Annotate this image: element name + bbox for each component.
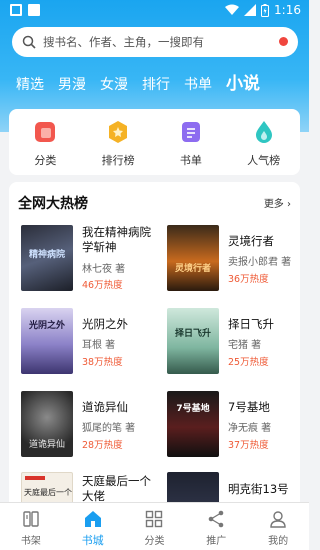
book-heat: 37万热度	[228, 440, 269, 451]
shortcut-booklist[interactable]: 书单	[155, 109, 228, 175]
search-icon	[22, 35, 36, 49]
nav-label: 我的	[268, 536, 289, 547]
hot-ranking-panel: 全网大热榜 更多 › 精神病院 我在精神病院学斩神 林七夜 著 46万热度 灵境…	[9, 182, 300, 502]
book-heat: 25万热度	[228, 357, 269, 368]
signal-icon	[244, 4, 257, 16]
tab-novel[interactable]: 小说	[226, 69, 260, 94]
cover-title: 择日飞升	[174, 329, 211, 339]
wifi-icon	[225, 4, 240, 15]
search-placeholder: 搜书名、作者、主角，一搜即有	[43, 35, 204, 49]
book-author: 卖报小郎君 著	[228, 257, 292, 268]
book-author: 林七夜 著	[82, 264, 126, 275]
image-notification-icon	[28, 4, 40, 16]
bookshelf-icon	[23, 511, 39, 527]
book-cover: 精神病院	[21, 225, 73, 291]
more-link[interactable]: 更多 ›	[264, 195, 291, 210]
cover-title: 光阴之外	[28, 321, 65, 331]
book-title: 天庭最后一个大佬	[82, 474, 151, 502]
nav-bookstore[interactable]: 书城	[62, 503, 124, 550]
cover-tag	[25, 476, 45, 480]
user-icon	[270, 511, 286, 528]
nav-label: 书城	[81, 534, 104, 547]
shortcut-ranking[interactable]: 排行榜	[82, 109, 155, 175]
red-dot-badge	[279, 37, 288, 46]
more-label: 更多	[263, 199, 284, 210]
book-author: 净无痕 著	[228, 423, 272, 434]
book-heat: 38万热度	[82, 357, 123, 368]
nav-label: 书架	[20, 536, 41, 547]
book-heat: 46万热度	[82, 280, 123, 291]
nav-bookshelf[interactable]: 书架	[0, 503, 62, 550]
clock: 1:16	[274, 3, 301, 17]
tab-male-comics[interactable]: 男漫	[58, 74, 86, 94]
grid-icon	[146, 510, 163, 528]
shortcut-label: 分类	[34, 154, 57, 167]
nav-label: 分类	[144, 536, 165, 547]
cover-title: 道诡异仙	[28, 440, 65, 450]
notification-icon	[10, 4, 22, 16]
chevron-right-icon: ›	[287, 199, 291, 210]
book-item[interactable]: 择日飞升 择日飞升 宅猪 著 25万热度	[167, 308, 300, 376]
cover-title: 灵境行者	[174, 264, 211, 274]
section-title: 全网大热榜	[18, 196, 88, 212]
book-cover	[167, 472, 219, 502]
book-title: 光阴之外	[82, 317, 128, 331]
nav-label: 推广	[206, 536, 227, 547]
book-title: 道诡异仙	[82, 400, 128, 414]
tab-female-comics[interactable]: 女漫	[100, 74, 128, 94]
category-icon	[35, 122, 56, 142]
book-item[interactable]: 灵境行者 灵境行者 卖报小郎君 著 36万热度	[167, 225, 300, 293]
book-item[interactable]: 光阴之外 光阴之外 耳根 著 38万热度	[21, 308, 161, 376]
nav-mine[interactable]: 我的	[247, 503, 309, 550]
ranking-icon	[109, 121, 128, 143]
book-item[interactable]: 道诡异仙 道诡异仙 狐尾的笔 著 28万热度	[21, 391, 161, 459]
book-cover: 灵境行者	[167, 225, 219, 291]
battery-icon	[261, 3, 270, 17]
book-title: 明克街13号	[228, 482, 289, 496]
popularity-icon	[255, 121, 272, 143]
shortcut-label: 排行榜	[101, 154, 135, 167]
book-cover: 7号基地	[167, 391, 219, 457]
book-item[interactable]: 天庭最后一个 天庭最后一个大佬	[21, 472, 161, 502]
shortcut-bar: 分类 排行榜 书单 人气榜	[9, 109, 300, 175]
share-icon	[208, 510, 224, 528]
search-input[interactable]: 搜书名、作者、主角，一搜即有	[12, 27, 298, 57]
book-cover: 光阴之外	[21, 308, 73, 374]
book-author: 耳根 著	[82, 340, 116, 351]
status-bar: 1:16	[0, 0, 309, 22]
shortcut-label: 书单	[179, 154, 202, 167]
tab-featured[interactable]: 精选	[16, 74, 44, 94]
book-title: 我在精神病院学斩神	[82, 225, 151, 254]
nav-category[interactable]: 分类	[124, 503, 186, 550]
book-title: 择日飞升	[228, 317, 274, 331]
tab-booklist[interactable]: 书单	[184, 74, 212, 94]
book-cover: 择日飞升	[167, 308, 219, 374]
book-author: 宅猪 著	[228, 340, 262, 351]
book-heat: 36万热度	[228, 274, 269, 285]
category-tabs: 精选 男漫 女漫 排行 书单 小说	[0, 68, 309, 94]
bookstore-icon	[84, 511, 101, 527]
shortcut-category[interactable]: 分类	[9, 109, 82, 175]
book-cover: 道诡异仙	[21, 391, 73, 457]
bottom-navigation: 书架 书城 分类 推广 我的	[0, 502, 309, 550]
book-title: 7号基地	[228, 400, 270, 414]
booklist-icon	[181, 122, 200, 142]
book-item[interactable]: 精神病院 我在精神病院学斩神 林七夜 著 46万热度	[21, 225, 161, 293]
book-item[interactable]: 7号基地 7号基地 净无痕 著 37万热度	[167, 391, 300, 459]
shortcut-popularity[interactable]: 人气榜	[227, 109, 300, 175]
book-item[interactable]: 明克街13号	[167, 472, 300, 502]
shortcut-label: 人气榜	[247, 154, 281, 167]
book-title: 灵境行者	[228, 234, 274, 248]
book-cover: 天庭最后一个	[21, 472, 73, 502]
book-author: 狐尾的笔 著	[82, 423, 136, 434]
book-heat: 28万热度	[82, 440, 123, 451]
cover-title: 精神病院	[28, 250, 65, 260]
cover-title: 天庭最后一个	[24, 488, 72, 497]
cover-title: 7号基地	[176, 404, 210, 414]
nav-promote[interactable]: 推广	[185, 503, 247, 550]
tab-ranking[interactable]: 排行	[142, 74, 170, 94]
